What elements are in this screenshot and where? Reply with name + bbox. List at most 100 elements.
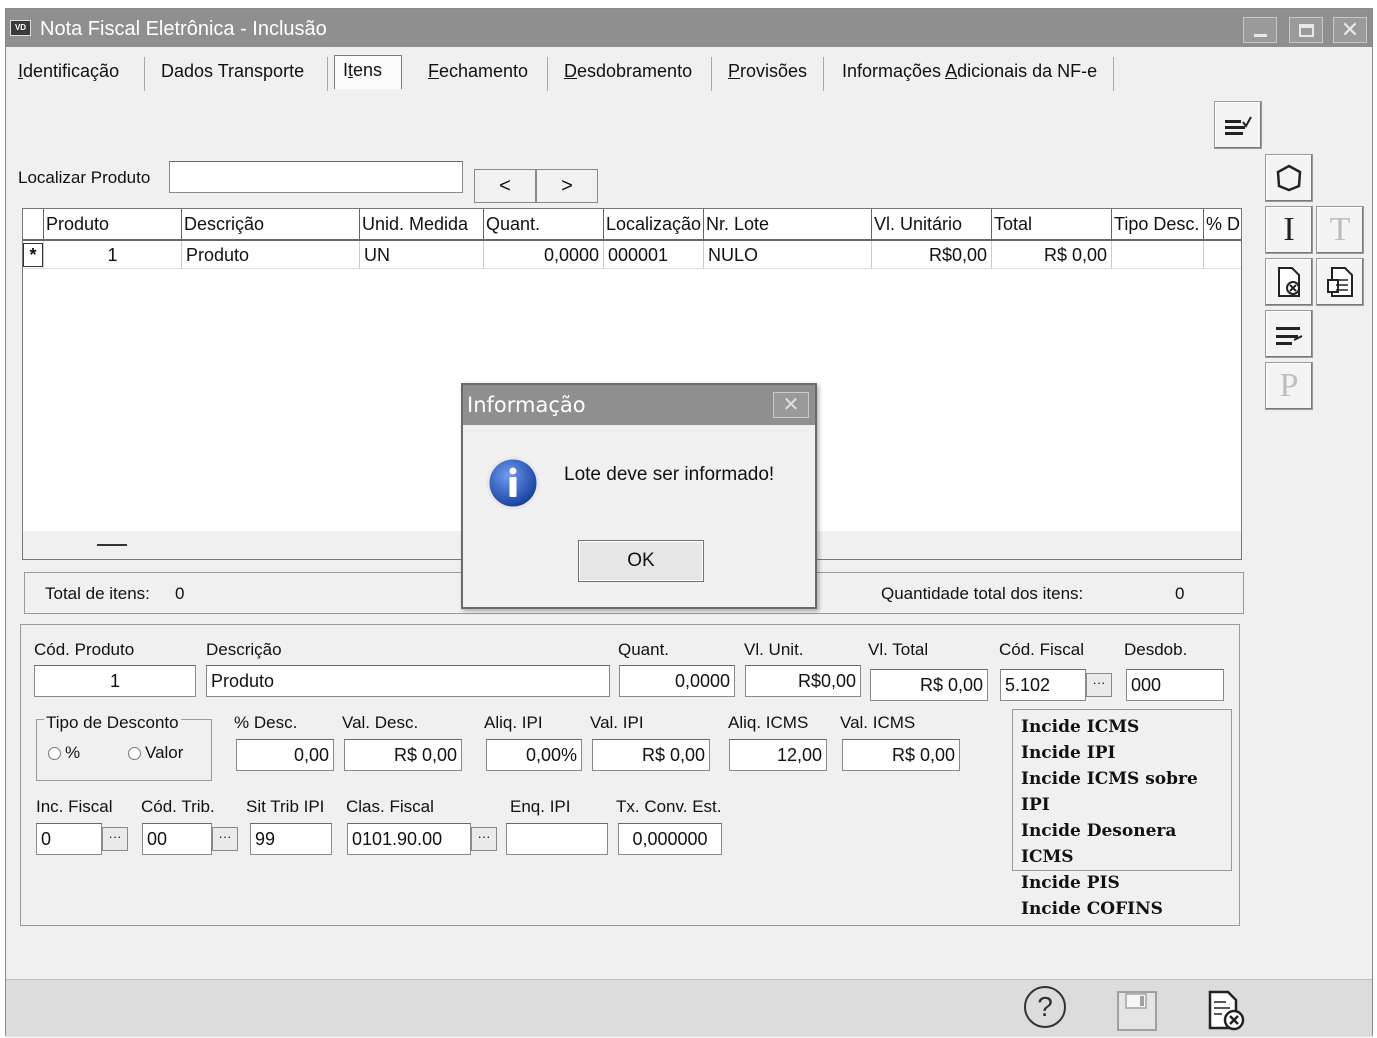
incide-cofins: Incide COFINS — [1021, 899, 1163, 919]
incide-ipi: Incide IPI — [1021, 743, 1116, 763]
col-localizacao[interactable]: Localização — [603, 209, 703, 239]
val-desc-field[interactable]: R$ 0,00 — [344, 739, 462, 771]
radio-percent[interactable]: % — [48, 743, 80, 763]
info-icon — [486, 456, 540, 510]
desdob-field[interactable]: 000 — [1126, 669, 1224, 701]
tab-label-post: esdobramento — [577, 61, 693, 81]
list-arrow-icon — [1276, 327, 1303, 345]
cell-quant[interactable]: 0,0000 — [483, 241, 603, 269]
inc-fiscal-field[interactable]: 0 — [36, 823, 102, 855]
vl-total-field[interactable]: R$ 0,00 — [870, 669, 988, 701]
col-descricao[interactable]: Descrição — [181, 209, 359, 239]
tab-itens[interactable]: Itens — [334, 55, 402, 89]
cell-vl-unitario[interactable]: R$0,00 — [871, 241, 991, 269]
search-label: Localizar Produto — [18, 168, 151, 187]
cell-produto[interactable]: 1 — [43, 241, 181, 269]
col-nr-lote[interactable]: Nr. Lote — [703, 209, 871, 239]
ok-button[interactable]: OK — [578, 540, 704, 582]
cell-pct-desc[interactable] — [1203, 241, 1243, 269]
tab-desdobramento[interactable]: Desdobramento — [564, 57, 712, 91]
sit-trib-ipi-label: Sit Trib IPI — [246, 797, 325, 816]
radio-percent-circle[interactable] — [48, 747, 61, 761]
col-total[interactable]: Total — [991, 209, 1111, 239]
bottom-toolbar: ? — [6, 979, 1372, 1037]
title-bar[interactable]: VD Nota Fiscal Eletrônica - Inclusão ✕ — [6, 9, 1372, 47]
col-quant[interactable]: Quant. — [483, 209, 603, 239]
total-qty-value: 0 — [1175, 584, 1185, 603]
tab-label-pre: Informações — [842, 61, 946, 81]
vl-unit-field[interactable]: R$0,00 — [745, 665, 861, 697]
aliq-icms-field[interactable]: 12,00 — [729, 739, 827, 771]
cell-localizacao[interactable]: 000001 — [603, 241, 703, 269]
checklist-icon — [1225, 116, 1252, 135]
maximize-button[interactable] — [1289, 17, 1323, 43]
help-button[interactable]: ? — [1024, 986, 1070, 1030]
tab-fechamento[interactable]: Fechamento — [428, 57, 548, 91]
descricao-field[interactable]: Produto — [206, 665, 610, 697]
aliq-icms-label: Aliq. ICMS — [728, 713, 809, 732]
octagon-icon — [1276, 164, 1302, 192]
pct-desc-field[interactable]: 0,00 — [236, 739, 334, 771]
checklist-button[interactable] — [1214, 101, 1262, 149]
cod-trib-lookup-button[interactable]: ··· — [212, 827, 238, 851]
incide-flags-panel: Incide ICMS Incide IPI Incide ICMS sobre… — [1012, 709, 1232, 919]
document-delete-icon — [1278, 267, 1300, 297]
dialog-close-button[interactable]: ✕ — [773, 392, 809, 418]
tab-label-pre: Dados Transporte — [161, 61, 305, 81]
radio-valor[interactable]: Valor — [128, 743, 183, 763]
desdob-label: Desdob. — [1124, 640, 1188, 659]
text-tool-button[interactable]: T — [1316, 206, 1364, 254]
col-vl-unitario[interactable]: Vl. Unitário — [871, 209, 991, 239]
tab-identificacao[interactable]: Identificação — [18, 57, 145, 91]
cell-descricao[interactable]: Produto — [181, 241, 359, 269]
search-input[interactable] — [169, 161, 463, 193]
cell-total[interactable]: R$ 0,00 — [991, 241, 1111, 269]
col-produto[interactable]: Produto — [43, 209, 181, 239]
list-edit-button[interactable] — [1265, 310, 1313, 358]
val-ipi-field[interactable]: R$ 0,00 — [592, 739, 710, 771]
col-pct-desc[interactable]: % D — [1203, 209, 1243, 239]
quant-field[interactable]: 0,0000 — [619, 665, 735, 697]
cod-trib-label: Cód. Trib. — [141, 797, 215, 816]
close-button[interactable]: ✕ — [1333, 17, 1367, 43]
radio-valor-circle[interactable] — [128, 747, 141, 761]
tab-label-accel: F — [428, 61, 439, 81]
next-button[interactable]: > — [536, 169, 598, 203]
scroll-thumb[interactable] — [97, 544, 127, 546]
val-icms-field[interactable]: R$ 0,00 — [842, 739, 960, 771]
cell-tipo-desc[interactable] — [1111, 241, 1203, 269]
total-qty-label: Quantidade total dos itens: — [881, 584, 1084, 603]
incide-desonera-icms: Incide Desonera ICMS — [1021, 821, 1177, 867]
table-row[interactable]: * 1 Produto UN 0,0000 000001 NULO R$0,00… — [23, 241, 1241, 269]
aliq-ipi-label: Aliq. IPI — [484, 713, 543, 732]
col-tipo-desc[interactable]: Tipo Desc. — [1111, 209, 1203, 239]
vl-total-label: Vl. Total — [868, 640, 929, 659]
clas-fiscal-lookup-button[interactable]: ··· — [471, 827, 497, 851]
cancel-document-button[interactable] — [1204, 990, 1250, 1034]
minimize-button[interactable] — [1243, 17, 1277, 43]
save-button[interactable] — [1116, 990, 1162, 1034]
cod-fiscal-lookup-button[interactable]: ··· — [1086, 673, 1112, 697]
shape-tool-button[interactable] — [1265, 154, 1313, 202]
insert-item-button[interactable]: I — [1265, 206, 1313, 254]
cell-unid-medida[interactable]: UN — [359, 241, 483, 269]
tx-conv-field[interactable]: 0,000000 — [618, 823, 722, 855]
cod-trib-field[interactable]: 00 — [142, 823, 212, 855]
aliq-ipi-field[interactable]: 0,00% — [486, 739, 582, 771]
clas-fiscal-field[interactable]: 0101.90.00 — [347, 823, 471, 855]
sit-trib-ipi-field[interactable]: 99 — [250, 823, 332, 855]
document-edit-button[interactable] — [1316, 258, 1364, 306]
print-tool-button[interactable]: P — [1265, 362, 1313, 410]
tab-provisoes[interactable]: Provisões — [728, 57, 824, 91]
cod-fiscal-field[interactable]: 5.102 — [1000, 669, 1086, 701]
delete-document-button[interactable] — [1265, 258, 1313, 306]
inc-fiscal-lookup-button[interactable]: ··· — [102, 827, 128, 851]
dialog-title[interactable]: Informação — [463, 385, 815, 425]
cod-produto-field[interactable]: 1 — [34, 665, 196, 697]
cell-nr-lote[interactable]: NULO — [703, 241, 871, 269]
previous-button[interactable]: < — [474, 169, 536, 203]
tab-informacoes-adicionais[interactable]: Informações Adicionais da NF-e — [842, 57, 1114, 91]
enq-ipi-field[interactable] — [506, 823, 608, 855]
tab-dados-transporte[interactable]: Dados Transporte — [161, 57, 328, 91]
col-unid-medida[interactable]: Unid. Medida — [359, 209, 483, 239]
